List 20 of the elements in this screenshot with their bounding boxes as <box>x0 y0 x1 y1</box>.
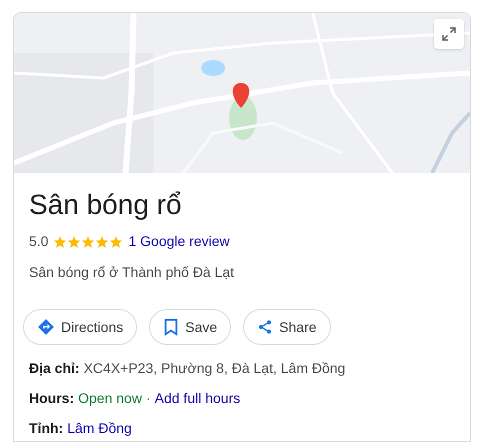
fact-label: Tỉnh: <box>29 419 64 437</box>
fact-link[interactable]: Add full hours <box>154 389 240 407</box>
reviews-link[interactable]: 1 Google review <box>128 231 230 252</box>
open-status: Open now <box>78 389 142 407</box>
fact-value: XC4X+P23, Phường 8, Đà Lạt, Lâm Đồng <box>84 359 346 377</box>
fact-label: Địa chỉ: <box>29 359 80 377</box>
share-button[interactable]: Share <box>243 309 331 345</box>
rating-value: 5.0 <box>29 232 48 251</box>
place-title: Sân bóng rổ <box>28 188 183 222</box>
fact-link[interactable]: Lâm Đồng <box>67 419 132 437</box>
separator: · <box>146 389 151 407</box>
place-category: Sân bóng rổ ở Thành phố Đà Lạt <box>28 263 236 282</box>
directions-icon <box>37 318 55 336</box>
fact-label: Hours: <box>29 389 74 407</box>
save-button[interactable]: Save <box>149 309 232 345</box>
directions-button[interactable]: Directions <box>23 309 138 345</box>
share-icon <box>257 318 274 336</box>
expand-icon <box>441 26 457 42</box>
bookmark-icon <box>163 318 180 336</box>
fullscreen-button[interactable] <box>434 19 464 49</box>
